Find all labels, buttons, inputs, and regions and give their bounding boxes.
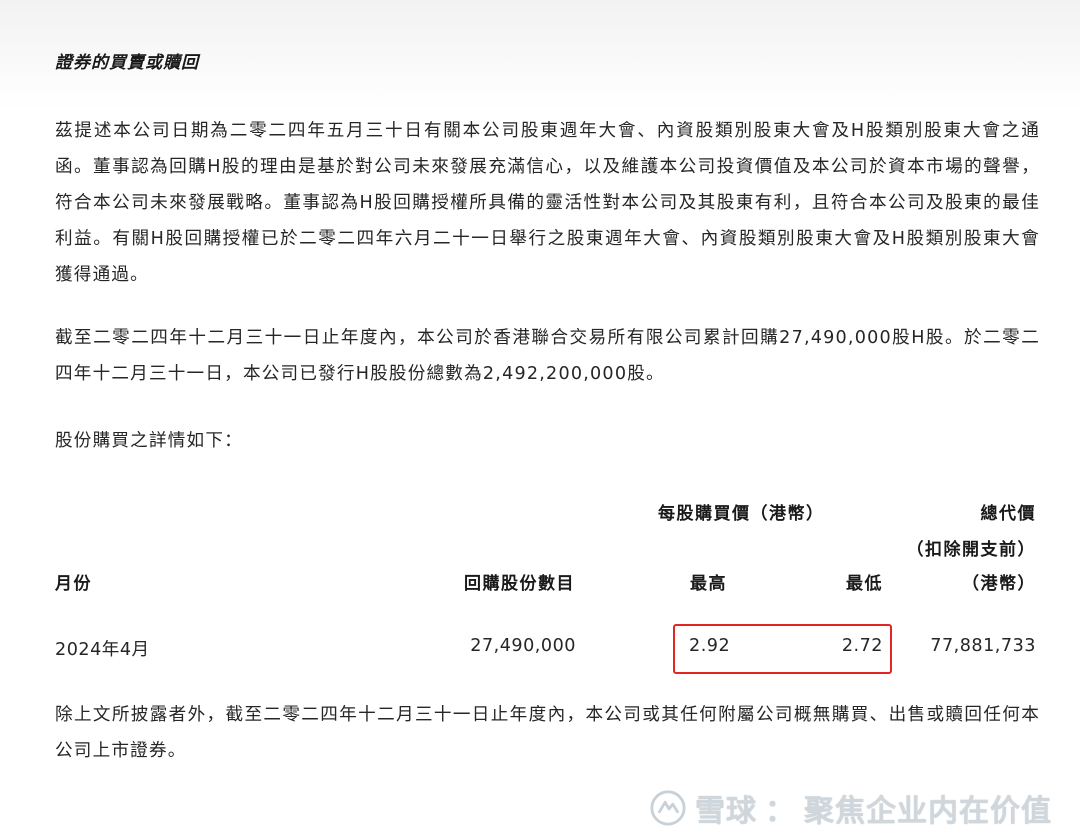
paragraph-buyback-total: 截至二零二四年十二月三十一日止年度內，本公司於香港聯合交易所有限公司累計回購27… xyxy=(55,328,1040,384)
header-price-group: 每股購買價（港幣） xyxy=(658,504,825,524)
cell-total-consideration: 77,881,733 xyxy=(930,636,1036,656)
header-total-line3: （港幣） xyxy=(962,574,1036,594)
snowball-logo-icon xyxy=(650,790,686,826)
paragraph-closing: 除上文所披露者外，截至二零二四年十二月三十一日止年度內，本公司或其任何附屬公司概… xyxy=(55,705,1040,761)
header-low: 最低 xyxy=(846,574,883,594)
header-total-line1: 總代價 xyxy=(980,504,1036,524)
price-highlight-box xyxy=(673,624,892,674)
cell-shares: 27,490,000 xyxy=(470,636,576,656)
header-month: 月份 xyxy=(55,574,92,594)
watermark-account: 聚焦企业内在价值 xyxy=(804,794,1052,829)
watermark-brand: 雪球 xyxy=(695,794,757,829)
section-title: 證券的買賣或贖回 xyxy=(55,53,199,73)
paragraph-details-intro: 股份購買之詳情如下： xyxy=(55,431,243,451)
header-total-line2: （扣除開支前） xyxy=(906,540,1036,560)
header-shares: 回購股份數目 xyxy=(464,574,575,594)
cell-month: 2024年4月 xyxy=(55,640,150,660)
watermark: 雪球：聚焦企业内在价值 xyxy=(649,786,1052,830)
paragraph-buyback-reason: 茲提述本公司日期為二零二四年五月三十日有關本公司股東週年大會、內資股類別股東大會… xyxy=(55,121,1040,285)
watermark-separator: ： xyxy=(765,794,796,829)
header-high: 最高 xyxy=(690,574,727,594)
